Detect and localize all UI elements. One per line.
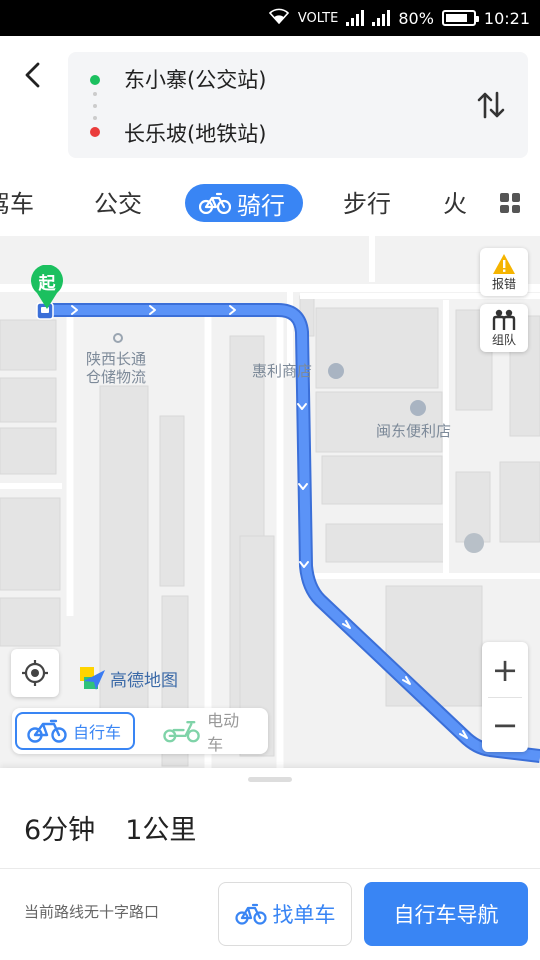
signal-icon-2 [372, 10, 391, 26]
start-location[interactable]: 东小寨(公交站) [124, 64, 266, 94]
transport-tabs: 驾车 公交 骑行 步行 火 [0, 170, 540, 236]
amap-logo: 高德地图 [80, 666, 178, 691]
swap-button[interactable] [474, 88, 508, 122]
route-header: 东小寨(公交站) 长乐坡(地铁站) [0, 36, 540, 170]
poi-label-huili[interactable]: 惠利商店 [252, 362, 312, 380]
connector-dots [93, 92, 97, 120]
poi-label-logistics[interactable]: 陕西长通仓储物流 [86, 350, 158, 386]
zoom-out-button[interactable]: − [482, 697, 528, 752]
map-view[interactable]: 起 陕西长通仓储物流 惠利商店 闽东便利店 报错 组队 + − 高德地图 自行车… [0, 236, 540, 768]
battery-icon [441, 10, 479, 26]
clock: 10:21 [483, 8, 530, 28]
route-summary: 6分钟 1公里 [24, 808, 196, 847]
ebike-icon [163, 721, 200, 743]
locate-button[interactable] [11, 649, 59, 697]
find-bike-label: 找单车 [272, 903, 336, 927]
tab-walk[interactable]: 步行 [343, 184, 391, 219]
end-location[interactable]: 长乐坡(地铁站) [124, 118, 266, 148]
tab-bus[interactable]: 公交 [94, 184, 142, 219]
battery-percent: 80% [398, 8, 434, 28]
team-button[interactable]: 组队 [480, 304, 528, 352]
zoom-divider [488, 697, 522, 698]
vehicle-toggle: 自行车 电动车 [12, 708, 268, 754]
amap-logo-text: 高德地图 [110, 671, 178, 691]
team-label: 组队 [491, 332, 516, 347]
zoom-in-button[interactable]: + [482, 642, 528, 697]
start-marker: 起 [29, 264, 65, 315]
bicycle-icon [234, 903, 267, 925]
tab-train[interactable]: 火 [443, 184, 467, 219]
warning-icon [493, 253, 515, 274]
wifi-icon [268, 8, 290, 28]
report-label: 报错 [491, 276, 516, 291]
ebike-option[interactable]: 电动车 [152, 711, 264, 754]
poi-label-mindong[interactable]: 闽东便利店 [376, 422, 451, 440]
route-hint: 当前路线无十字路口 [24, 903, 160, 921]
start-dot-icon [90, 75, 100, 85]
zoom-control: + − [482, 642, 528, 752]
route-summary-sheet: 6分钟 1公里 当前路线无十字路口 找单车 自行车导航 [0, 768, 540, 960]
route-distance: 1公里 [125, 815, 197, 846]
signal-icon [346, 10, 365, 26]
locate-icon [22, 660, 48, 686]
sheet-divider [0, 868, 540, 869]
end-dot-icon [90, 127, 100, 137]
route-duration: 6分钟 [24, 815, 96, 846]
report-button[interactable]: 报错 [480, 248, 528, 296]
swap-icon [477, 91, 505, 119]
more-modes-icon[interactable] [500, 193, 520, 213]
start-navigation-button[interactable]: 自行车导航 [364, 882, 528, 946]
find-bike-button[interactable]: 找单车 [218, 882, 352, 946]
back-button[interactable] [18, 60, 48, 90]
bicycle-icon [27, 719, 67, 743]
back-arrow-icon [25, 62, 40, 88]
bicycle-option-label: 自行车 [73, 723, 122, 742]
route-input-box: 东小寨(公交站) 长乐坡(地铁站) [68, 52, 528, 158]
ebike-option-label: 电动车 [207, 711, 240, 754]
tab-cycling-label: 骑行 [237, 191, 285, 220]
tab-cycling[interactable]: 骑行 [185, 184, 303, 222]
drag-handle[interactable] [248, 777, 292, 782]
tab-drive[interactable]: 驾车 [0, 184, 34, 219]
amap-logo-icon [80, 666, 105, 690]
network-label: VOLTE [297, 10, 339, 26]
start-marker-label: 起 [38, 274, 56, 294]
screen: VOLTE 80% 10:21 东小寨(公交站) 长乐坡(地铁站) 车 公交 骑… [0, 0, 540, 960]
bicycle-option[interactable]: 自行车 [15, 712, 135, 750]
status-bar: VOLTE 80% 10:21 [0, 0, 540, 36]
bicycle-icon [199, 192, 231, 214]
team-icon [492, 309, 516, 330]
